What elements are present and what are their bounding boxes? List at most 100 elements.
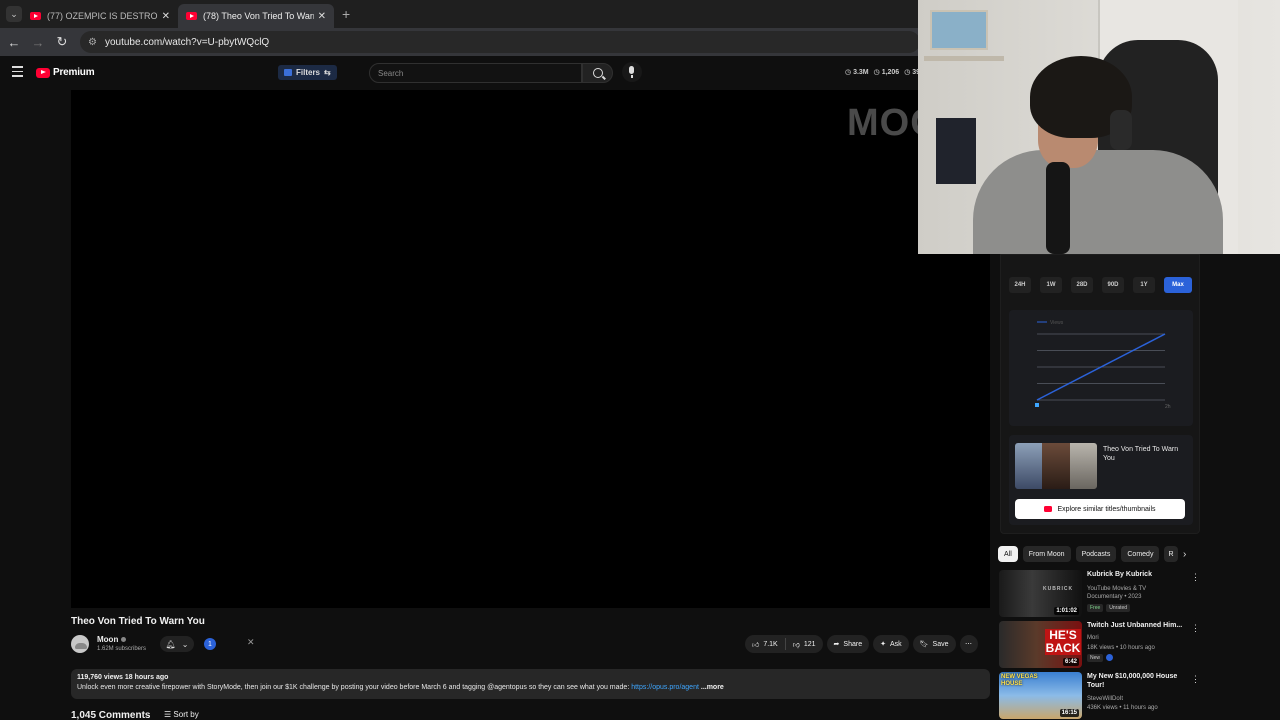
forward-arrow-icon[interactable]: → <box>26 35 50 50</box>
video-player[interactable]: MOON <box>71 90 990 608</box>
range-90d-button[interactable]: 90D <box>1102 277 1124 293</box>
chip-podcasts[interactable]: Podcasts <box>1075 546 1117 562</box>
tab-search-menu-icon[interactable]: ⌄ <box>6 6 22 22</box>
share-icon: ➦ <box>833 641 840 648</box>
youtube-favicon-icon <box>186 12 197 20</box>
chip-from-moon[interactable]: From Moon <box>1022 546 1071 562</box>
recommended-video[interactable]: KUBRICK 1:01:02 Kubrick By Kubrick YouTu… <box>999 570 1200 618</box>
filters-button[interactable]: Filters ⇆ <box>278 65 337 80</box>
channel-avatar[interactable] <box>71 635 89 653</box>
close-icon[interactable]: ✕ <box>247 637 255 648</box>
tab-label: (77) OZEMPIC IS DESTROYING <box>47 11 158 21</box>
range-selector: 24H 1W 28D 90D 1Y Max <box>1009 277 1192 293</box>
recommended-thumbnail[interactable]: HE'S BACK 6:42 <box>999 621 1082 668</box>
recommended-video[interactable]: NEW VEGAS HOUSE 16:15 My New $10,000,000… <box>999 672 1200 720</box>
logo-text: Premium <box>53 67 95 78</box>
close-tab-icon[interactable]: ✕ <box>162 11 170 22</box>
streamer-body-image <box>973 150 1223 254</box>
browser-tab-active[interactable]: (78) Theo Von Tried To Warn Yo ✕ <box>178 4 334 28</box>
microphone-icon[interactable] <box>622 62 642 82</box>
explore-similar-button[interactable]: Explore similar titles/thumbnails <box>1015 499 1185 519</box>
explore-label: Explore similar titles/thumbnails <box>1057 505 1156 513</box>
filters-label: Filters <box>296 68 321 77</box>
bookmark-icon: 🔖︎ <box>919 641 929 648</box>
more-options-icon[interactable]: ⋮ <box>1191 674 1200 685</box>
notification-bell-button[interactable]: 🔔︎ ⌄ <box>160 636 194 652</box>
comments-count: 1,045 Comments <box>71 710 151 720</box>
close-tab-icon[interactable]: ✕ <box>318 11 326 22</box>
youtube-premium-logo[interactable]: Premium <box>36 67 95 78</box>
sparkle-icon: ✦ <box>880 641 886 648</box>
channel-name[interactable]: Moon <box>97 635 127 644</box>
extension-badge[interactable]: 1 <box>204 638 216 650</box>
extension-dot-icon <box>1106 654 1114 661</box>
range-1y-button[interactable]: 1Y <box>1133 277 1155 293</box>
chip-comedy[interactable]: Comedy <box>1121 546 1160 562</box>
channel-name-text[interactable]: Moon <box>97 635 118 644</box>
description-link[interactable]: https://opus.pro/agent <box>631 684 699 691</box>
browser-tab[interactable]: (77) OZEMPIC IS DESTROYING ✕ <box>22 4 178 28</box>
hamburger-menu-icon[interactable] <box>12 66 23 80</box>
views-chart-svg: 2h Views <box>1035 320 1171 410</box>
thumbnail-card: Theo Von Tried To Warn You Explore simil… <box>1009 435 1193 525</box>
chevron-down-icon: ⌄ <box>181 639 189 649</box>
chip-all[interactable]: All <box>998 546 1018 562</box>
search-button[interactable] <box>582 63 613 83</box>
view-count-date: 119,760 views 18 hours ago <box>77 674 169 681</box>
range-1w-button[interactable]: 1W <box>1040 277 1062 293</box>
search-placeholder: Search <box>378 68 404 78</box>
bell-icon: 🔔︎ <box>165 639 176 649</box>
chevron-right-icon[interactable]: › <box>1183 549 1186 560</box>
recommended-thumbnail[interactable]: KUBRICK 1:01:02 <box>999 570 1082 617</box>
wall-shelf-image <box>930 10 988 50</box>
recommended-title[interactable]: Twitch Just Unbanned Him... <box>1087 621 1193 630</box>
url-field[interactable]: ⚙ youtube.com/watch?v=U-pbytWQclQ <box>80 31 920 53</box>
stat-views: 3.3M <box>845 68 869 76</box>
sort-by-button[interactable]: Sort by <box>164 710 198 719</box>
dislike-button[interactable]: 👎︎ 121 <box>786 635 823 653</box>
video-duration: 16:15 <box>1059 709 1079 717</box>
site-info-icon[interactable]: ⚙ <box>88 37 97 48</box>
views-chart: 2h Views <box>1009 310 1193 426</box>
share-button[interactable]: ➦ Share <box>826 635 870 653</box>
more-options-icon[interactable]: ⋮ <box>1191 572 1200 583</box>
chip-partial[interactable]: R <box>1164 546 1179 562</box>
range-max-button[interactable]: Max <box>1164 277 1192 293</box>
new-tab-button[interactable]: + <box>342 6 350 22</box>
back-arrow-icon[interactable]: ← <box>2 35 26 50</box>
recommended-channel[interactable]: Mori <box>1087 635 1099 641</box>
ask-button[interactable]: ✦ Ask <box>873 635 909 653</box>
share-label: Share <box>843 640 863 648</box>
video-duration: 1:01:02 <box>1054 607 1079 615</box>
recommended-video[interactable]: HE'S BACK 6:42 Twitch Just Unbanned Him.… <box>999 621 1200 669</box>
channel-stats: 3.3M 1,206 39 <box>845 68 920 76</box>
chart-point[interactable] <box>1035 403 1039 407</box>
stat-videos: 1,206 <box>874 68 900 76</box>
search-input[interactable]: Search <box>369 63 582 83</box>
range-28d-button[interactable]: 28D <box>1071 277 1093 293</box>
video-description[interactable]: 119,760 views 18 hours ago Unlock even m… <box>71 669 990 699</box>
video-thumbnail <box>1015 443 1097 489</box>
recommended-title[interactable]: Kubrick By Kubrick <box>1087 570 1193 579</box>
youtube-play-icon <box>36 67 50 78</box>
headset-image <box>1110 110 1132 150</box>
youtube-favicon-icon <box>30 12 41 20</box>
thumbnail-overlay-text: KUBRICK <box>1043 586 1074 592</box>
like-dislike-group: 👍︎ 7.1K 👎︎ 121 <box>745 635 823 653</box>
recommended-channel[interactable]: SteveWillDoIt <box>1087 696 1123 702</box>
like-button[interactable]: 👍︎ 7.1K <box>745 635 785 653</box>
show-more-link[interactable]: ...more <box>701 684 724 691</box>
more-options-icon[interactable]: ⋮ <box>1191 623 1200 634</box>
recommended-meta: 436K views • 11 hours ago <box>1087 705 1158 711</box>
bag-image <box>936 118 976 184</box>
description-text: Unlock even more creative firepower with… <box>77 683 984 693</box>
free-badge: Free <box>1087 604 1104 612</box>
recommended-thumbnail[interactable]: NEW VEGAS HOUSE 16:15 <box>999 672 1082 719</box>
reload-icon[interactable]: ↻ <box>50 34 74 50</box>
save-button[interactable]: 🔖︎ Save <box>912 635 956 653</box>
save-label: Save <box>932 640 949 648</box>
recommended-channel[interactable]: YouTube Movies & TV <box>1087 586 1146 592</box>
range-24h-button[interactable]: 24H <box>1009 277 1031 293</box>
recommended-title[interactable]: My New $10,000,000 House Tour! <box>1087 672 1193 690</box>
more-actions-icon[interactable]: ⋯ <box>959 635 978 653</box>
